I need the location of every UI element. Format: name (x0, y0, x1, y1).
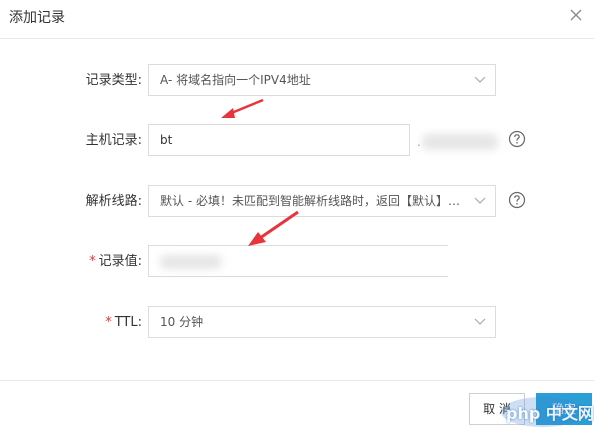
host-record-input[interactable]: bt (148, 124, 410, 156)
dialog-header: 添加记录 (0, 0, 594, 39)
ttl-label: * TTL: (30, 306, 142, 340)
record-type-value: A- 将域名指向一个IPV4地址 (160, 73, 311, 87)
chevron-down-icon (474, 197, 486, 204)
domain-suffix-dot: . (417, 135, 421, 149)
chevron-down-icon (474, 318, 486, 325)
host-record-row: 主机记录: bt . (0, 124, 594, 158)
record-type-select[interactable]: A- 将域名指向一个IPV4地址 (148, 64, 496, 96)
chevron-down-icon (474, 76, 486, 83)
domain-suffix-redacted (422, 134, 498, 150)
ttl-select[interactable]: 10 分钟 (148, 306, 496, 338)
required-mark: * (89, 254, 96, 269)
record-type-row: 记录类型: A- 将域名指向一个IPV4地址 (0, 64, 594, 98)
record-value-label-text: 记录值: (98, 254, 142, 269)
record-type-label: 记录类型: (85, 73, 142, 88)
annotation-arrow (221, 98, 264, 118)
question-icon[interactable] (508, 130, 526, 148)
ttl-label-text: TTL: (114, 315, 142, 330)
resolution-line-label: 解析线路: (85, 194, 142, 209)
annotation-arrow (248, 210, 299, 246)
watermark-text: php 中文网 (506, 404, 594, 423)
question-icon[interactable] (508, 191, 526, 209)
ttl-row: * TTL: 10 分钟 (0, 306, 594, 340)
record-value-redacted (160, 255, 222, 269)
ttl-value: 10 分钟 (160, 315, 204, 329)
close-icon[interactable] (568, 7, 584, 23)
resolution-line-value: 默认 - 必填！未匹配到智能解析线路时，返回【默认】线路... (160, 194, 460, 208)
host-record-value: bt (160, 133, 173, 147)
dialog-title: 添加记录 (9, 10, 65, 26)
record-value-row: * 记录值: (0, 245, 594, 279)
resolution-line-select[interactable]: 默认 - 必填！未匹配到智能解析线路时，返回【默认】线路... (148, 185, 496, 217)
host-record-label: 主机记录: (85, 133, 142, 148)
record-value-label: * 记录值: (30, 245, 142, 279)
required-mark: * (105, 315, 112, 330)
add-record-dialog: 添加记录 记录类型: A- 将域名指向一个IPV4地址 主机记录: bt . 解… (0, 0, 594, 436)
